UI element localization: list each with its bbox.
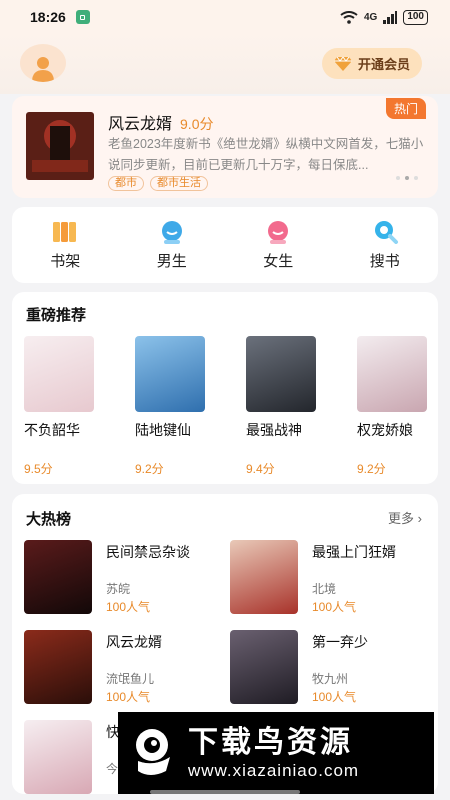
banner-tag[interactable]: 都市 bbox=[108, 176, 144, 191]
featured-book[interactable]: 陆地键仙 9.2分 bbox=[135, 336, 205, 477]
signal-icon bbox=[383, 10, 398, 24]
nav-bookshelf[interactable]: 书架 bbox=[30, 220, 100, 271]
nav-label: 男生 bbox=[156, 252, 187, 270]
book-score: 9.2分 bbox=[135, 462, 164, 476]
carousel-dots bbox=[396, 176, 418, 180]
featured-book[interactable]: 权宠娇娘 9.2分 bbox=[357, 336, 427, 477]
book-score: 9.2分 bbox=[357, 462, 386, 476]
banner-description: 老鱼2023年度新书《绝世龙婿》纵横中文网首发，七猫小说同步更新，目前已更新几十… bbox=[108, 137, 424, 172]
avatar[interactable] bbox=[20, 44, 66, 82]
status-right: 4G 100 bbox=[340, 9, 428, 25]
search-icon bbox=[374, 220, 398, 244]
banner-score: 9.0分 bbox=[180, 116, 214, 132]
category-nav: 书架 男生 女生 搜书 bbox=[12, 207, 438, 283]
book-name: 最强上门狂婿 bbox=[312, 544, 396, 560]
site-watermark: 下载鸟资源 www.xiazainiao.com bbox=[118, 712, 434, 794]
status-bar: 18:26 4G 100 bbox=[0, 0, 450, 34]
banner-title-row: 风云龙婿 9.0分 bbox=[108, 110, 213, 134]
book-name: 权宠娇娘 bbox=[357, 422, 413, 438]
book-popularity: 100人气 bbox=[312, 600, 357, 614]
user-icon bbox=[32, 57, 54, 82]
book-popularity: 100人气 bbox=[106, 690, 151, 704]
book-cover[interactable] bbox=[246, 336, 316, 412]
nav-male[interactable]: 男生 bbox=[137, 220, 207, 271]
watermark-url: www.xiazainiao.com bbox=[188, 761, 360, 780]
status-time: 18:26 bbox=[30, 9, 66, 25]
nav-label: 书架 bbox=[50, 252, 81, 270]
nav-female[interactable]: 女生 bbox=[243, 220, 313, 271]
nav-label: 女生 bbox=[263, 252, 294, 270]
book-name: 不负韶华 bbox=[24, 422, 80, 438]
battery-indicator: 100 bbox=[403, 9, 428, 25]
book-author: 牧九州 bbox=[312, 672, 349, 686]
watermark-title: 下载鸟资源 bbox=[188, 726, 353, 759]
banner-card[interactable]: 风云龙婿 9.0分 热门 老鱼2023年度新书《绝世龙婿》纵横中文网首发，七猫小说… bbox=[12, 96, 438, 198]
book-author: 苏皖 bbox=[106, 582, 131, 596]
book-cover[interactable] bbox=[24, 630, 92, 704]
top-header: 开通会员 bbox=[0, 34, 450, 94]
book-name: 民间禁忌杂谈 bbox=[106, 544, 190, 560]
shield-icon bbox=[75, 10, 90, 24]
bird-logo-icon bbox=[136, 729, 170, 775]
book-name: 最强战神 bbox=[246, 422, 302, 438]
book-popularity: 100人气 bbox=[312, 690, 357, 704]
book-author: 今 bbox=[106, 762, 119, 776]
book-name: 风云龙婿 bbox=[106, 634, 162, 650]
nav-label: 搜书 bbox=[369, 252, 400, 270]
book-score: 9.5分 bbox=[24, 462, 53, 476]
home-indicator[interactable] bbox=[150, 790, 300, 794]
book-cover[interactable] bbox=[230, 540, 298, 614]
nav-search[interactable]: 搜书 bbox=[350, 220, 420, 271]
hot-badge: 热门 bbox=[385, 98, 426, 119]
banner-book-cover[interactable] bbox=[26, 112, 94, 180]
male-icon bbox=[161, 220, 182, 244]
book-score: 9.4分 bbox=[246, 462, 275, 476]
book-cover[interactable] bbox=[24, 720, 92, 794]
open-vip-button[interactable]: 开通会员 bbox=[322, 48, 422, 79]
featured-title: 重磅推荐 bbox=[26, 307, 87, 324]
book-popularity: 100人气 bbox=[106, 600, 151, 614]
banner-tag[interactable]: 都市生活 bbox=[150, 176, 208, 191]
hotlist-title: 大热榜 bbox=[26, 511, 72, 528]
hot-list-item[interactable]: 第一弃少 牧九州 100人气 bbox=[230, 630, 420, 708]
diamond-icon bbox=[333, 56, 352, 71]
featured-book[interactable]: 不负韶华 9.5分 bbox=[24, 336, 94, 477]
wifi-icon bbox=[340, 10, 358, 24]
network-label: 4G bbox=[363, 11, 378, 23]
chevron-right-icon: › bbox=[417, 511, 422, 526]
featured-list: 不负韶华 9.5分 陆地键仙 9.2分 最强战神 9.4分 权宠娇娘 9.2分 bbox=[24, 336, 427, 477]
book-name: 第一弃少 bbox=[312, 634, 368, 650]
bookshelf-icon bbox=[53, 221, 77, 242]
book-name: 陆地键仙 bbox=[135, 422, 191, 438]
book-author: 北境 bbox=[312, 582, 337, 596]
more-label: 更多 bbox=[388, 511, 415, 526]
hot-list-item[interactable]: 最强上门狂婿 北境 100人气 bbox=[230, 540, 420, 618]
featured-book[interactable]: 最强战神 9.4分 bbox=[246, 336, 316, 477]
female-icon bbox=[268, 220, 289, 244]
more-link[interactable]: 更多 › bbox=[388, 508, 422, 527]
book-author: 流氓鱼儿 bbox=[106, 672, 155, 686]
open-vip-label: 开通会员 bbox=[357, 57, 410, 72]
hot-list-item[interactable]: 风云龙婿 流氓鱼儿 100人气 bbox=[24, 630, 214, 708]
book-cover[interactable] bbox=[24, 540, 92, 614]
banner-tags: 都市 都市生活 bbox=[108, 173, 214, 191]
featured-section: 重磅推荐 不负韶华 9.5分 陆地键仙 9.2分 最强战神 9.4分 权宠娇娘 … bbox=[12, 292, 438, 484]
hot-list-item[interactable]: 民间禁忌杂谈 苏皖 100人气 bbox=[24, 540, 214, 618]
book-cover[interactable] bbox=[357, 336, 427, 412]
banner-title: 风云龙婿 bbox=[108, 116, 173, 133]
book-cover[interactable] bbox=[135, 336, 205, 412]
watermark-text: 下载鸟资源 www.xiazainiao.com bbox=[188, 725, 359, 781]
book-cover[interactable] bbox=[24, 336, 94, 412]
book-cover[interactable] bbox=[230, 630, 298, 704]
